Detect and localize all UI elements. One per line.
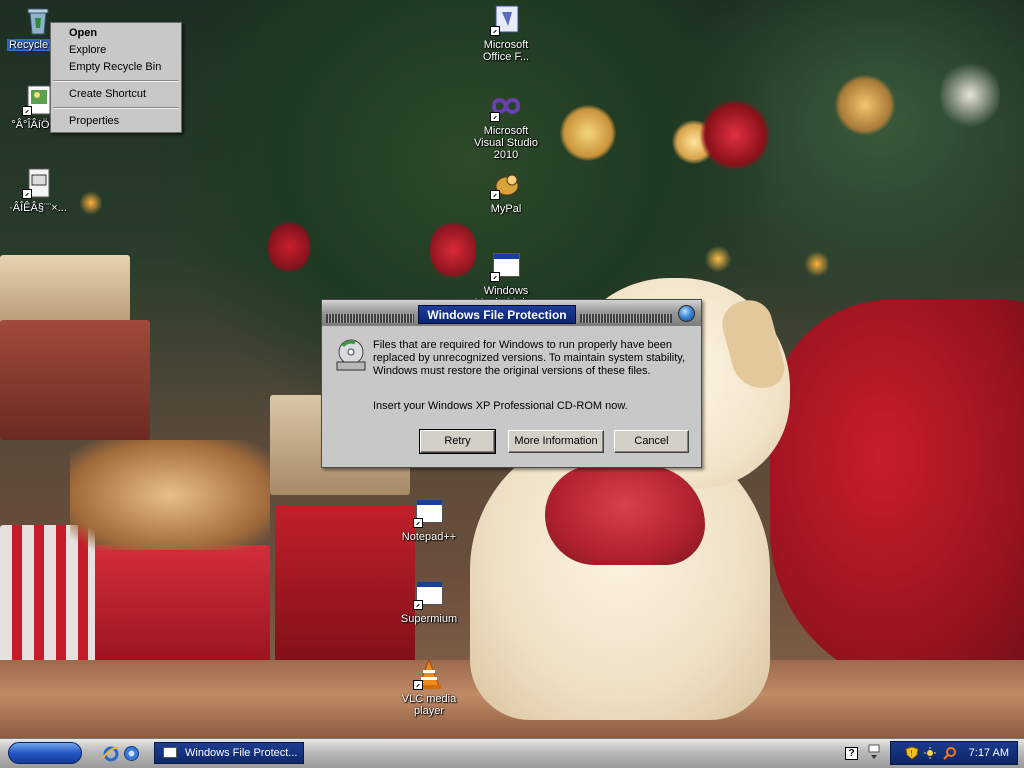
menu-separator <box>53 80 179 82</box>
wallpaper-bow <box>545 465 705 565</box>
menu-item-explore[interactable]: Explore <box>51 42 181 59</box>
titlebar-grip <box>580 314 672 323</box>
shortcut-arrow-icon <box>490 112 500 122</box>
shortcut-arrow-icon <box>490 26 500 36</box>
cancel-button[interactable]: Cancel <box>614 430 689 453</box>
wallpaper-gift <box>0 320 150 440</box>
wallpaper-light <box>268 220 310 274</box>
app-window-icon <box>413 578 445 610</box>
shortcut-arrow-icon <box>413 600 423 610</box>
menu-item-empty-recycle-bin[interactable]: Empty Recycle Bin <box>51 59 181 76</box>
menu-item-properties[interactable]: Properties <box>51 113 181 130</box>
wallpaper-blanket <box>770 300 1024 690</box>
document-icon <box>22 167 54 199</box>
desktop-icon-label: MyPal <box>490 203 522 215</box>
shortcut-arrow-icon <box>413 680 423 690</box>
app-window-icon <box>490 250 522 282</box>
system-tray: ! 7:17 AM <box>890 741 1018 765</box>
desktop-icon-office[interactable]: Microsoft Office F... <box>468 4 544 63</box>
svg-text:!: ! <box>911 749 913 758</box>
start-button[interactable] <box>8 742 82 764</box>
office-icon <box>490 4 522 36</box>
menu-separator <box>53 107 179 109</box>
wallpaper-gift <box>0 255 130 325</box>
vlc-cone-icon <box>413 658 445 690</box>
dialog-prompt: Insert your Windows XP Professional CD-R… <box>373 400 628 412</box>
network-icon[interactable] <box>923 746 937 760</box>
mypal-icon <box>490 168 522 200</box>
file-protection-dialog: Windows File Protection Files that are r… <box>321 299 702 468</box>
quick-launch-icon[interactable] <box>123 745 140 762</box>
desktop-icon-label: Supermium <box>400 613 458 625</box>
dialog-titlebar[interactable]: Windows File Protection <box>322 300 701 326</box>
context-menu: Open Explore Empty Recycle Bin Create Sh… <box>50 22 182 133</box>
window-icon <box>163 747 177 758</box>
dialog-title: Windows File Protection <box>418 305 576 324</box>
retry-button[interactable]: Retry <box>419 429 496 454</box>
chevron-down-icon[interactable] <box>868 744 880 762</box>
desktop-icon-label: Microsoft Office F... <box>482 39 530 63</box>
desktop-icon-vlc[interactable]: VLC media player <box>391 658 467 717</box>
wallpaper-light <box>835 75 895 135</box>
desktop-icon-notepadpp[interactable]: Notepad++ <box>391 496 467 543</box>
taskbar: Windows File Protect... ? ! 7:17 AM <box>0 738 1024 768</box>
wallpaper-light <box>560 105 616 161</box>
dialog-message: Files that are required for Windows to r… <box>373 339 686 377</box>
shortcut-arrow-icon <box>22 189 32 199</box>
shortcut-arrow-icon <box>22 106 32 116</box>
wallpaper-gift <box>70 440 270 550</box>
cd-drive-icon <box>335 338 369 372</box>
shortcut-arrow-icon <box>413 518 423 528</box>
desktop-icon-supermium[interactable]: Supermium <box>391 578 467 625</box>
shortcut-arrow-icon <box>490 190 500 200</box>
desktop[interactable]: Recycle Bin °Â°ÎÂíÖ÷Ìâ ·ÂÎÊÂ§¨¨×... Micr… <box>0 0 1024 738</box>
desktop-icon-shortcut-2[interactable]: ·ÂÎÊÂ§¨¨×... <box>0 167 76 214</box>
clock[interactable]: 7:17 AM <box>969 742 1009 764</box>
desktop-icon-mypal[interactable]: MyPal <box>468 168 544 215</box>
wallpaper-light <box>80 190 102 216</box>
visual-studio-icon <box>490 90 522 122</box>
desktop-icon-label: VLC media player <box>401 693 457 717</box>
wallpaper-light <box>705 245 731 273</box>
more-information-button[interactable]: More Information <box>508 430 604 453</box>
menu-item-open[interactable]: Open <box>51 25 181 42</box>
internet-explorer-icon[interactable] <box>102 745 119 762</box>
wallpaper-light <box>700 100 770 170</box>
desktop-icon-visual-studio[interactable]: Microsoft Visual Studio 2010 <box>468 90 544 161</box>
close-icon[interactable] <box>678 305 695 322</box>
app-window-icon <box>413 496 445 528</box>
wallpaper-light <box>805 250 829 278</box>
search-icon[interactable] <box>943 746 957 760</box>
taskbar-button-file-protection[interactable]: Windows File Protect... <box>154 742 304 764</box>
desktop-icon-label: Notepad++ <box>401 531 457 543</box>
desktop-icon-label: ·ÂÎÊÂ§¨¨×... <box>9 202 67 214</box>
security-shield-icon[interactable]: ! <box>905 746 919 760</box>
desktop-icon-label: Microsoft Visual Studio 2010 <box>473 125 538 161</box>
shortcut-arrow-icon <box>490 272 500 282</box>
taskbar-button-label: Windows File Protect... <box>185 747 298 759</box>
titlebar-grip <box>326 314 414 323</box>
help-icon[interactable]: ? <box>845 747 858 760</box>
wallpaper-light <box>940 60 1000 130</box>
wallpaper-gift <box>90 545 270 670</box>
menu-item-create-shortcut[interactable]: Create Shortcut <box>51 86 181 103</box>
